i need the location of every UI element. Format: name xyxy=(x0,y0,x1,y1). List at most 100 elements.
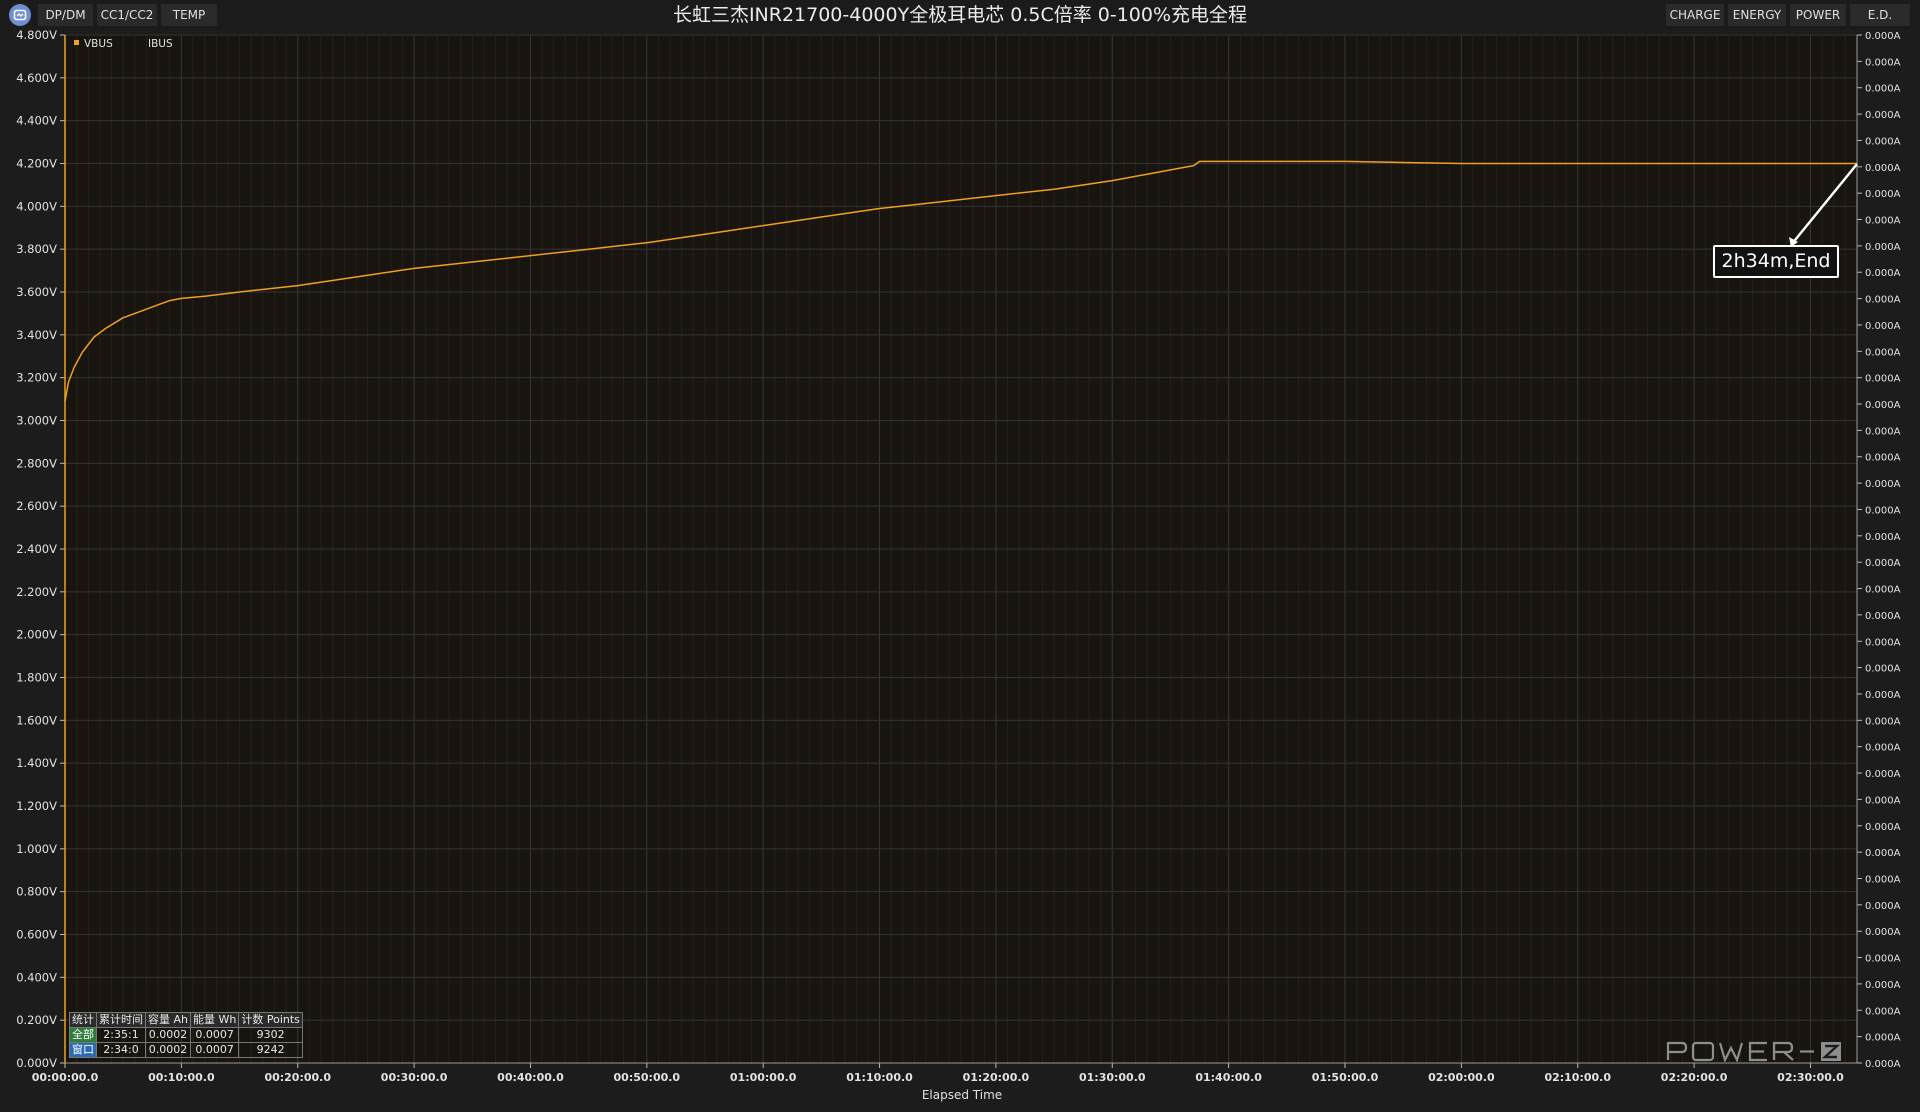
y2-tick-label: 0.000A xyxy=(1865,374,1901,385)
y-tick-label: 2.800V xyxy=(16,456,57,470)
x-tick-label: 00:10:00.0 xyxy=(148,1071,215,1084)
y2-tick-label: 0.000A xyxy=(1865,136,1901,147)
y-tick-label: 2.000V xyxy=(16,628,57,642)
x-tick-label: 02:10:00.0 xyxy=(1544,1071,1611,1084)
y-tick-label: 1.600V xyxy=(16,713,57,727)
stats-row-window: 窗口 2:34:0 0.0002 0.0007 9242 xyxy=(69,1042,303,1058)
y-tick-label: 3.800V xyxy=(16,242,57,256)
x-tick-label: 00:20:00.0 xyxy=(264,1071,331,1084)
y2-tick-label: 0.000A xyxy=(1865,189,1901,200)
y-tick-label: 0.000V xyxy=(16,1056,57,1070)
y2-tick-label: 0.000A xyxy=(1865,400,1901,411)
vbus-legend-marker xyxy=(74,40,79,45)
y2-tick-label: 0.000A xyxy=(1865,743,1901,754)
stats-energy: 0.0007 xyxy=(189,1042,240,1058)
y-tick-label: 3.200V xyxy=(16,371,57,385)
stats-energy: 0.0007 xyxy=(189,1027,240,1043)
brand-logo-icon xyxy=(1666,1041,1841,1062)
y2-tick-label: 0.000A xyxy=(1865,453,1901,464)
stats-header-cell: 能量 Wh xyxy=(189,1012,240,1028)
y-tick-label: 4.000V xyxy=(16,199,57,213)
y2-tick-label: 0.000A xyxy=(1865,637,1901,648)
x-tick-label: 00:30:00.0 xyxy=(381,1071,448,1084)
y2-tick-label: 0.000A xyxy=(1865,980,1901,991)
y2-tick-label: 0.000A xyxy=(1865,242,1901,253)
stats-time: 2:34:0 xyxy=(96,1042,146,1058)
x-tick-label: 00:40:00.0 xyxy=(497,1071,564,1084)
y2-tick-label: 0.000A xyxy=(1865,716,1901,727)
y2-tick-label: 0.000A xyxy=(1865,954,1901,965)
y-tick-label: 1.800V xyxy=(16,671,57,685)
y-tick-label: 4.800V xyxy=(16,28,57,42)
stats-capacity: 0.0002 xyxy=(145,1042,191,1058)
y2-tick-label: 0.000A xyxy=(1865,110,1901,121)
y-tick-label: 0.200V xyxy=(16,1013,57,1027)
y2-tick-label: 0.000A xyxy=(1865,927,1901,938)
stats-header-cell: 统计 xyxy=(69,1012,97,1028)
x-axis-title: Elapsed Time xyxy=(922,1088,1002,1102)
y2-tick-label: 0.000A xyxy=(1865,769,1901,780)
y2-tick-label: 0.000A xyxy=(1865,268,1901,279)
stats-capacity: 0.0002 xyxy=(145,1027,191,1043)
legend-ibus: IBUS xyxy=(148,38,173,50)
y2-tick-label: 0.000A xyxy=(1865,216,1901,227)
y2-tick-label: 0.000A xyxy=(1865,321,1901,332)
y2-tick-label: 0.000A xyxy=(1865,585,1901,596)
y-tick-label: 1.000V xyxy=(16,842,57,856)
top-bar: DP/DM CC1/CC2 TEMP 长虹三杰INR21700-4000Y全极耳… xyxy=(0,0,1920,30)
y2-tick-label: 0.000A xyxy=(1865,163,1901,174)
y-tick-label: 1.200V xyxy=(16,799,57,813)
y-tick-label: 4.600V xyxy=(16,71,57,85)
stats-label-window: 窗口 xyxy=(69,1042,97,1058)
x-tick-label: 01:40:00.0 xyxy=(1195,1071,1262,1084)
app-logo-icon[interactable] xyxy=(9,4,31,26)
stats-points: 9242 xyxy=(238,1042,303,1058)
x-tick-label: 01:10:00.0 xyxy=(846,1071,913,1084)
stats-header-cell: 计数 Points xyxy=(238,1012,303,1028)
stats-header-cell: 容量 Ah xyxy=(145,1012,191,1028)
chart-canvas: 00:00:00.0 00:10:00.0 00:20:00.0 00:30:00.0… xyxy=(16,28,1901,1102)
stats-header-cell: 累计时间 xyxy=(96,1012,146,1028)
tab-power[interactable]: POWER xyxy=(1790,4,1846,26)
tab-temp[interactable]: TEMP xyxy=(161,4,217,26)
x-tick-label: 01:20:00.0 xyxy=(963,1071,1030,1084)
y2-tick-label: 0.000A xyxy=(1865,505,1901,516)
y2-tick-label: 0.000A xyxy=(1865,795,1901,806)
y2-tick-label: 0.000A xyxy=(1865,347,1901,358)
tab-ed[interactable]: E.D. xyxy=(1850,4,1910,26)
tab-cc1-cc2[interactable]: CC1/CC2 xyxy=(97,4,157,26)
y2-tick-label: 0.000A xyxy=(1865,874,1901,885)
end-annotation: 2h34m,End xyxy=(1713,245,1839,278)
x-tick-label: 01:30:00.0 xyxy=(1079,1071,1146,1084)
y2-tick-label: 0.000A xyxy=(1865,295,1901,306)
y-tick-label: 0.800V xyxy=(16,885,57,899)
y2-tick-label: 0.000A xyxy=(1865,1033,1901,1044)
x-tick-label: 00:00:00.0 xyxy=(32,1071,99,1084)
y2-tick-label: 0.000A xyxy=(1865,558,1901,569)
tab-charge[interactable]: CHARGE xyxy=(1666,4,1724,26)
y-tick-label: 3.000V xyxy=(16,414,57,428)
y-tick-label: 3.400V xyxy=(16,328,57,342)
x-tick-label: 01:50:00.0 xyxy=(1312,1071,1379,1084)
chart-title: 长虹三杰INR21700-4000Y全极耳电芯 0.5C倍率 0-100%充电全… xyxy=(672,4,1248,26)
y2-tick-label: 0.000A xyxy=(1865,901,1901,912)
legend-vbus: VBUS xyxy=(84,38,113,50)
stats-header-row: 统计 累计时间 容量 Ah 能量 Wh 计数 Points xyxy=(69,1012,303,1028)
y2-tick-label: 0.000A xyxy=(1865,84,1901,95)
stats-label-all: 全部 xyxy=(69,1027,97,1043)
y-tick-label: 1.400V xyxy=(16,756,57,770)
y-tick-label: 0.600V xyxy=(16,928,57,942)
tab-energy[interactable]: ENERGY xyxy=(1728,4,1786,26)
y-tick-label: 3.600V xyxy=(16,285,57,299)
tab-dp-dm[interactable]: DP/DM xyxy=(38,4,93,26)
y-tick-label: 0.400V xyxy=(16,970,57,984)
y-tick-label: 4.400V xyxy=(16,114,57,128)
y2-tick-label: 0.000A xyxy=(1865,57,1901,68)
y-tick-label: 2.200V xyxy=(16,585,57,599)
x-tick-label: 02:00:00.0 xyxy=(1428,1071,1495,1084)
y2-tick-label: 0.000A xyxy=(1865,664,1901,675)
y2-tick-label: 0.000A xyxy=(1865,848,1901,859)
stats-row-all: 全部 2:35:1 0.0002 0.0007 9302 xyxy=(69,1027,303,1043)
y-tick-label: 4.200V xyxy=(16,157,57,171)
stats-points: 9302 xyxy=(238,1027,303,1043)
